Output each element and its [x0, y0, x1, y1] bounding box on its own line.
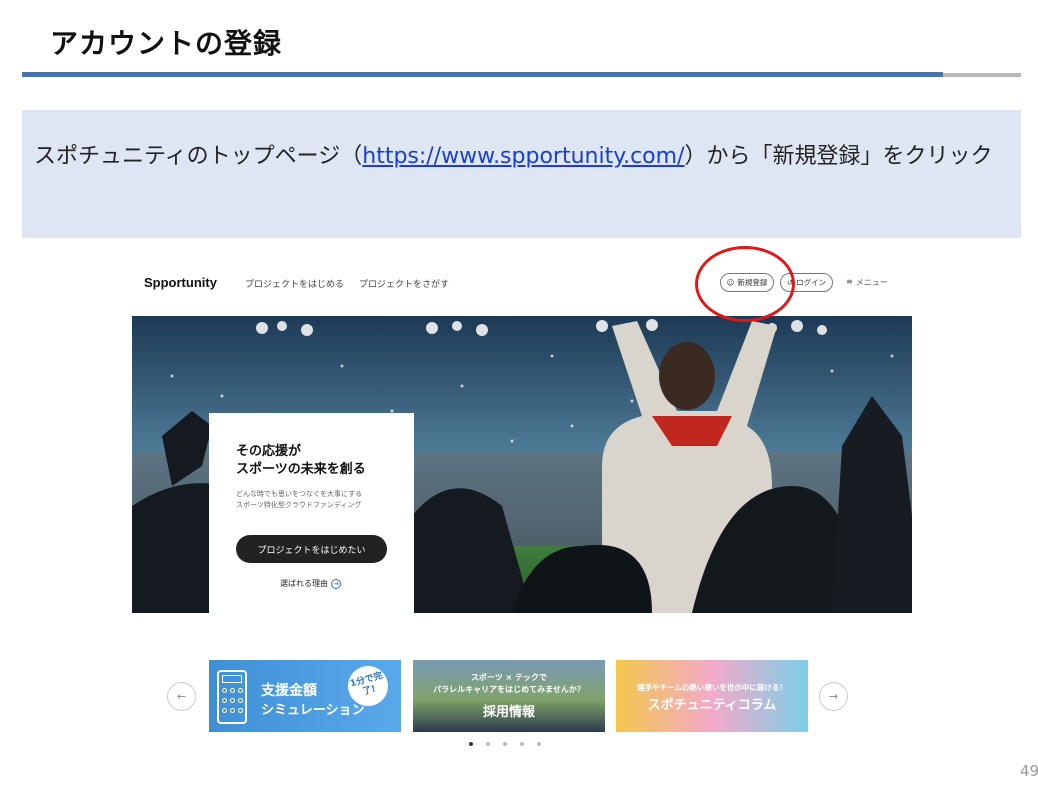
highlight-circle — [695, 246, 795, 322]
carousel-prev-button[interactable]: ← — [167, 682, 196, 711]
instruction-text: スポチュニティのトップページ（https://www.spportunity.c… — [34, 142, 1009, 171]
menu-button[interactable]: ≡ メニュー — [846, 277, 888, 288]
reason-label: 選ばれる理由 — [280, 579, 328, 588]
hero-image: その応援が スポーツの未来を創る どんな時でも思いをつなぐを大事にする スポーツ… — [132, 316, 912, 613]
hero-headline: その応援が スポーツの未来を創る — [236, 443, 406, 479]
login-label: ログイン — [796, 278, 827, 287]
banner-recruit-title: 採用情報 — [482, 705, 535, 720]
hamburger-icon: ≡ — [846, 277, 853, 286]
banner-recruit-line2: パラレルキャリアをはじめてみませんか？ — [433, 685, 585, 694]
menu-label: メニュー — [855, 278, 888, 287]
nav-start-project[interactable]: プロジェクトをはじめる — [245, 277, 344, 290]
banner-simulation-subtitle: シミュレーション — [261, 703, 365, 718]
banner-column-title: スポチュニティコラム — [647, 698, 777, 713]
banner-recruit[interactable]: スポーツ × テックで パラレルキャリアをはじめてみませんか？ 採用情報 — [413, 660, 605, 732]
carousel-dot[interactable] — [503, 742, 507, 746]
carousel-next-button[interactable]: → — [819, 682, 848, 711]
site-screenshot: Spportunity プロジェクトをはじめる プロジェクトをさがす ☺ 新規登… — [132, 262, 912, 762]
hero-subtext: どんな時でも思いをつなぐを大事にする スポーツ特化型クラウドファンディング — [236, 489, 406, 511]
carousel-dot[interactable] — [537, 742, 541, 746]
banner-simulation[interactable]: 支援金額 シミュレーション 1分で完了! — [209, 660, 401, 732]
arrow-right-circle-icon: → — [331, 578, 341, 589]
banner-column[interactable]: 選手やチームの熱い想いを世の中に届ける！ スポチュニティコラム — [616, 660, 808, 732]
slide-title: アカウントの登録 — [50, 27, 283, 60]
hero-headline-line2: スポーツの未来を創る — [236, 462, 366, 477]
start-project-button[interactable]: プロジェクトをはじめたい — [236, 535, 387, 563]
reason-link[interactable]: 選ばれる理由 → — [280, 578, 341, 589]
instruction-text-after: ）から「新規登録」をクリック — [684, 144, 993, 169]
hero-sub-line2: スポーツ特化型クラウドファンディング — [236, 501, 362, 509]
banner-recruit-line1: スポーツ × テックで — [470, 673, 548, 682]
site-logo[interactable]: Spportunity — [144, 275, 217, 290]
carousel-dot[interactable] — [520, 742, 524, 746]
carousel-dot[interactable] — [486, 742, 490, 746]
site-nav: Spportunity プロジェクトをはじめる プロジェクトをさがす ☺ 新規登… — [132, 262, 912, 312]
calculator-icon — [217, 670, 247, 724]
page-number: 49 — [1020, 762, 1038, 780]
hero-card: その応援が スポーツの未来を創る どんな時でも思いをつなぐを大事にする スポーツ… — [209, 413, 414, 613]
top-page-link[interactable]: https://www.spportunity.com/ — [362, 144, 684, 169]
instruction-text-before: スポチュニティのトップページ（ — [34, 144, 363, 169]
title-rule — [22, 72, 943, 77]
title-rule-end — [943, 73, 1021, 77]
instruction-box: スポチュニティのトップページ（https://www.spportunity.c… — [22, 110, 1021, 238]
banner-simulation-title: 支援金額 — [261, 683, 317, 699]
nav-find-project[interactable]: プロジェクトをさがす — [359, 277, 449, 290]
banner-column-line1: 選手やチームの熱い想いを世の中に届ける！ — [637, 683, 787, 692]
hero-sub-line1: どんな時でも思いをつなぐを大事にする — [236, 490, 363, 498]
carousel-dot[interactable] — [469, 742, 473, 746]
hero-headline-line1: その応援が — [236, 444, 302, 459]
carousel-dots — [469, 742, 541, 746]
